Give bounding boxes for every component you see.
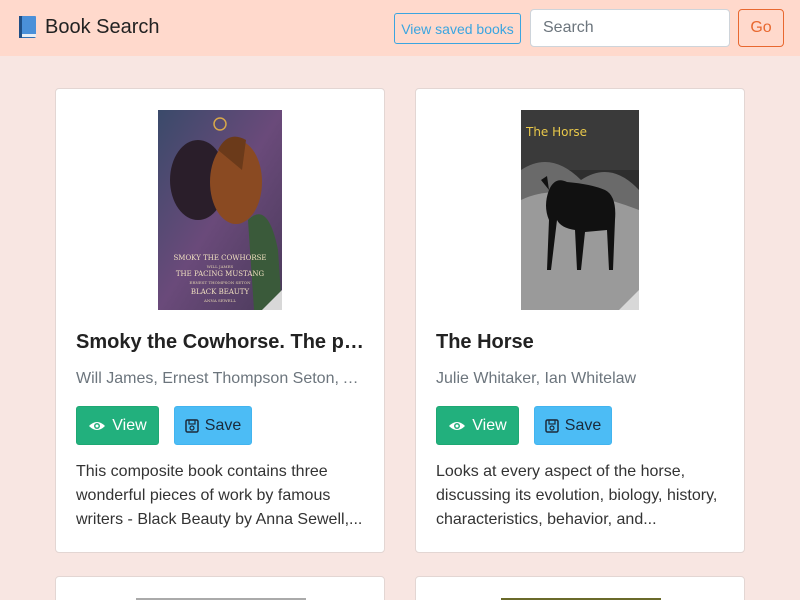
save-label: Save xyxy=(564,416,602,434)
cover-text: ERNEST THOMPSON SETON xyxy=(189,280,251,285)
blue-book-icon xyxy=(19,16,36,38)
view-saved-books-button[interactable]: View saved books xyxy=(394,13,521,44)
view-label: View xyxy=(472,416,507,434)
description-line: writers - Black Beauty by Anna Sewell,..… xyxy=(76,511,363,528)
navbar: Book Search View saved books Go xyxy=(0,0,800,56)
floppy-disk-icon xyxy=(545,418,559,433)
cover-text: SMOKY THE COWHORSE xyxy=(173,254,266,262)
book-card xyxy=(415,576,745,600)
book-description: Looks at every aspect of the horse, disc… xyxy=(436,460,728,532)
book-authors: Julie Whitaker, Ian Whitelaw xyxy=(436,370,637,387)
cover-text: ANNA SEWELL xyxy=(203,298,236,303)
book-card: The Horse The Horse Julie Whitaker, Ian … xyxy=(415,88,745,553)
floppy-disk-icon xyxy=(185,418,199,433)
save-button[interactable]: Save xyxy=(174,406,252,445)
description-line: Looks at every aspect of the horse, xyxy=(436,463,686,480)
book-card xyxy=(55,576,385,600)
book-title: The Horse xyxy=(436,331,534,353)
brand-label: Book Search xyxy=(45,15,160,38)
cover-text: The Horse xyxy=(525,125,587,139)
description-line: characteristics, behavior, and... xyxy=(436,511,657,528)
view-button[interactable]: View xyxy=(76,406,159,445)
save-button[interactable]: Save xyxy=(534,406,612,445)
book-description: This composite book contains three wonde… xyxy=(76,460,368,532)
book-cover-image: The Horse xyxy=(521,110,639,310)
save-label: Save xyxy=(204,416,242,434)
cover-text: THE PACING MUSTANG xyxy=(176,270,265,278)
eye-icon xyxy=(89,421,106,430)
go-button[interactable]: Go xyxy=(738,9,784,47)
book-authors: Will James, Ernest Thompson Seton, A... xyxy=(76,370,366,387)
eye-icon xyxy=(449,421,466,430)
description-line: wonderful pieces of work by famous xyxy=(76,487,331,504)
view-label: View xyxy=(112,416,147,434)
view-button[interactable]: View xyxy=(436,406,519,445)
search-input[interactable] xyxy=(530,9,730,47)
book-cover-image: SMOKY THE COWHORSE WILL JAMES THE PACING… xyxy=(158,110,282,310)
cover-text: BLACK BEAUTY xyxy=(191,288,250,296)
description-line: This composite book contains three xyxy=(76,463,328,480)
book-title: Smoky the Cowhorse. The pa... xyxy=(76,331,366,353)
brand[interactable]: Book Search xyxy=(18,15,160,39)
cover-text: WILL JAMES xyxy=(207,264,234,269)
book-card: SMOKY THE COWHORSE WILL JAMES THE PACING… xyxy=(55,88,385,553)
description-line: discussing its evolution, biology, histo… xyxy=(436,487,718,504)
